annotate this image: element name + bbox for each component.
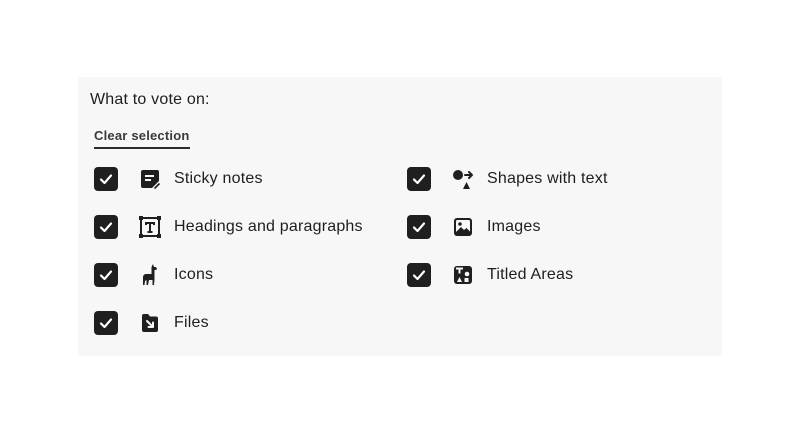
option-sticky-notes[interactable]: Sticky notes (94, 166, 263, 192)
checkmark-icon (412, 270, 426, 281)
checkmark-icon (99, 174, 113, 185)
option-label: Shapes with text (487, 170, 608, 187)
option-label: Icons (174, 266, 214, 283)
icons-checkbox[interactable] (94, 263, 118, 287)
option-label: Sticky notes (174, 170, 263, 187)
option-label: Files (174, 314, 209, 331)
option-titled-areas[interactable]: Titled Areas (407, 262, 573, 288)
image-icon (451, 215, 475, 239)
option-label: Images (487, 218, 541, 235)
option-icons[interactable]: Icons (94, 262, 213, 288)
titled-areas-checkbox[interactable] (407, 263, 431, 287)
sticky-notes-checkbox[interactable] (94, 167, 118, 191)
checkmark-icon (412, 222, 426, 233)
checkmark-icon (99, 270, 113, 281)
file-icon (138, 311, 162, 335)
checkmark-icon (99, 222, 113, 233)
llama-icon (138, 263, 162, 287)
shapes-with-text-checkbox[interactable] (407, 167, 431, 191)
option-headings-and-paragraphs[interactable]: Headings and paragraphs (94, 214, 363, 240)
files-checkbox[interactable] (94, 311, 118, 335)
option-label: Titled Areas (487, 266, 574, 283)
checkmark-icon (99, 318, 113, 329)
panel-title: What to vote on: (90, 91, 210, 108)
clear-selection-button[interactable]: Clear selection (94, 128, 190, 149)
images-checkbox[interactable] (407, 215, 431, 239)
option-images[interactable]: Images (407, 214, 541, 240)
sticky-note-icon (138, 167, 162, 191)
checkmark-icon (412, 174, 426, 185)
option-label: Headings and paragraphs (174, 218, 363, 235)
vote-settings-panel: What to vote on: Clear selection Sticky … (78, 77, 722, 356)
shapes-icon (451, 167, 475, 191)
text-heading-icon (138, 215, 162, 239)
option-files[interactable]: Files (94, 310, 209, 336)
titled-area-icon (451, 263, 475, 287)
option-shapes-with-text[interactable]: Shapes with text (407, 166, 608, 192)
headings-and-paragraphs-checkbox[interactable] (94, 215, 118, 239)
